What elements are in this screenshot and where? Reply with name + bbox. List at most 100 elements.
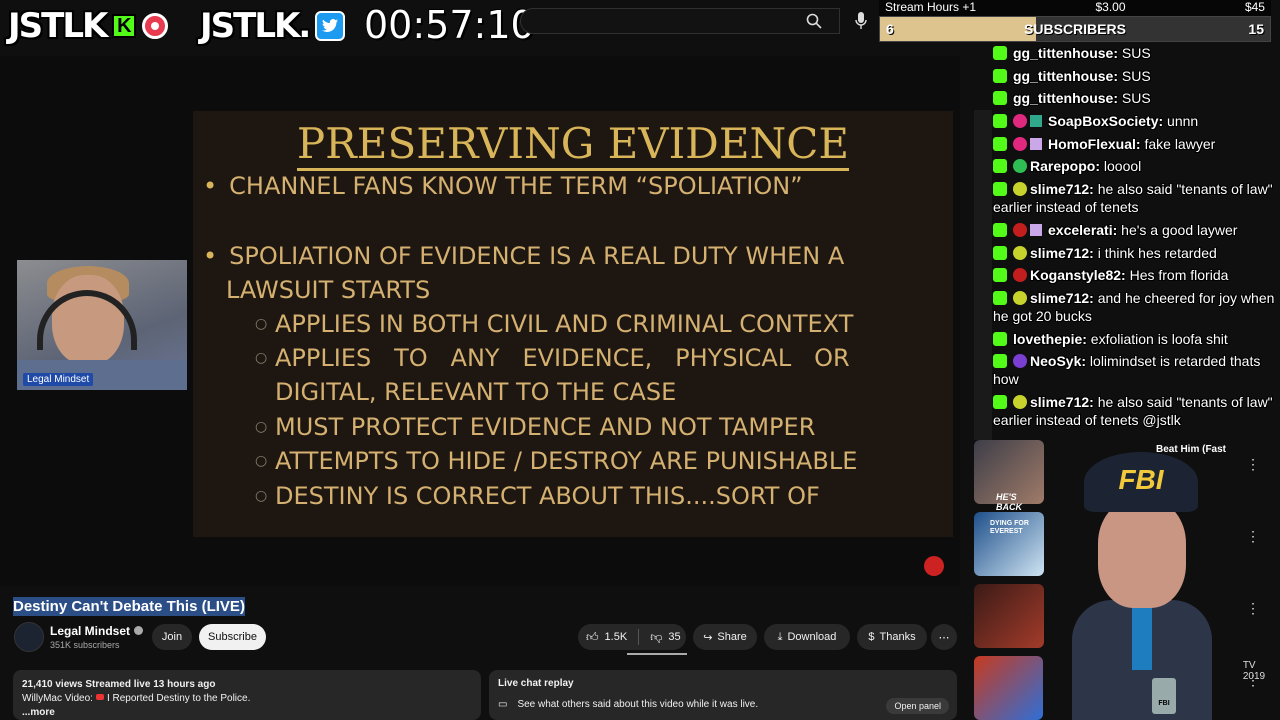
video-thumbnail[interactable]: HE'S BACK [974, 440, 1044, 512]
chat-message: gg_tittenhouse: SUS [993, 44, 1275, 62]
chat-text: looool [1100, 158, 1142, 175]
chat-username: slime712: [1030, 181, 1094, 198]
slide-bullet-cont: LAWSUIT STARTS [226, 276, 431, 304]
slide-bullet: • SPOLIATION OF EVIDENCE IS A REAL DUTY W… [203, 242, 845, 270]
chat-username: HomoFlexual: [1048, 135, 1141, 152]
chat-message: lovethepie: exfoliation is loofa shit [993, 330, 1275, 348]
download-button[interactable]: ⤓ Download [764, 624, 850, 650]
sub-current: 6 [886, 21, 894, 37]
user-badge-icon [1013, 354, 1027, 369]
subscribe-button[interactable]: Subscribe [199, 624, 266, 650]
chat-username: gg_tittenhouse: [1013, 90, 1118, 107]
video-player[interactable]: PRESERVING EVIDENCE • CHANNEL FANS KNOW T… [0, 56, 960, 586]
live-chat-replay-box: Live chat replay ▭ See what others said … [489, 670, 957, 720]
user-badge-icon [1030, 223, 1042, 236]
kick-badge-icon [993, 159, 1007, 174]
slide-sub-bullet: ○ APPLIES TO ANY EVIDENCE, PHYSICAL OR [255, 344, 850, 372]
webcam-feed: Legal Mindset [17, 260, 187, 390]
search-input[interactable] [520, 8, 840, 34]
slide-sub-bullet: ○ MUST PROTECT EVIDENCE AND NOT TAMPER [255, 413, 816, 441]
kick-badge-icon [993, 354, 1007, 369]
kick-badge-icon [993, 46, 1007, 60]
twitter-name: JSTLK. [200, 6, 311, 46]
chat-message: Koganstyle82: Hes from florida [993, 266, 1275, 284]
more-options-icon[interactable]: ⋮ [1246, 600, 1260, 617]
ticker-mid: $3.00 [1095, 0, 1126, 14]
fbi-cap-text: FBI [1118, 464, 1164, 495]
twitter-icon [315, 11, 346, 41]
user-badge-icon [1030, 137, 1042, 150]
kick-badge-icon [993, 268, 1007, 283]
video-thumbnail[interactable] [974, 584, 1044, 648]
thanks-icon: $ [868, 631, 875, 643]
thanks-button[interactable]: $ Thanks [857, 624, 927, 650]
user-badge-icon [1013, 222, 1027, 237]
more-options-icon[interactable]: ⋮ [1246, 456, 1260, 473]
chat-text: SUS [1118, 90, 1151, 107]
chat-username: slime712: [1030, 289, 1094, 306]
kick-icon: K [112, 14, 137, 38]
stream-timer: 00:57:10 [364, 3, 535, 47]
chat-message: NeoSyk: lolimindset is retarded thats ho… [993, 352, 1275, 388]
description-line: WillyMac Video: I Reported Destiny to the… [22, 693, 251, 704]
ticker-right: $45 [1244, 0, 1265, 14]
dislike-button[interactable]: 👎︎ 35 [650, 630, 680, 645]
channel-avatar[interactable] [14, 622, 44, 652]
chat-replay-title: Live chat replay [498, 678, 574, 689]
slide-sub-bullet: ○ APPLIES IN BOTH CIVIL AND CRIMINAL CONT… [255, 310, 854, 338]
kick-badge-icon [993, 136, 1007, 151]
more-horizontal-icon: ⋯ [938, 631, 950, 644]
show-more-link[interactable]: ...more [22, 706, 472, 720]
open-panel-button[interactable]: Open panel [886, 698, 949, 714]
kick-name: JSTLK [8, 6, 108, 46]
fbi-cartoon-sticker: FBI FBI [1062, 440, 1222, 720]
thumbs-up-icon: 👍︎ [586, 629, 599, 644]
like-button[interactable]: 👍︎ 1.5K [586, 630, 627, 645]
chat-replay-desc: See what others said about this video wh… [517, 699, 759, 710]
chat-text: i think hes retarded [1093, 244, 1217, 261]
channel-name[interactable]: Legal Mindset [50, 624, 144, 638]
verified-icon [134, 626, 144, 635]
kick-badge-icon [993, 222, 1007, 237]
fbi-badge: FBI [1152, 678, 1176, 714]
chat-message: gg_tittenhouse: SUS [993, 89, 1275, 107]
user-badge-icon [1013, 159, 1027, 174]
download-icon: ⤓ [777, 630, 783, 643]
kick-badge-icon [993, 182, 1007, 197]
microphone-icon[interactable] [850, 8, 872, 34]
chat-message: Rarepopo: looool [993, 157, 1275, 175]
description-link[interactable]: I Reported Destiny to the Police. [107, 693, 250, 704]
kick-badge-icon [993, 331, 1007, 346]
chat-message: slime712: i think hes retarded [993, 244, 1275, 262]
presentation-slide: PRESERVING EVIDENCE • CHANNEL FANS KNOW T… [193, 111, 953, 537]
more-options-icon[interactable]: ⋮ [1246, 528, 1260, 545]
kick-badge-icon [993, 114, 1007, 129]
user-badge-icon [1030, 115, 1042, 128]
chat-text: exfoliation is loofa shit [1086, 330, 1228, 347]
user-badge-icon [1013, 182, 1027, 197]
like-count: 1.5K [604, 631, 628, 643]
user-badge-icon [1013, 136, 1027, 151]
thumbnail-caption: DYING FOR EVEREST [990, 520, 1029, 535]
sub-goal-title: SUBSCRIBERS [1024, 21, 1126, 37]
chat-text: SUS [1118, 67, 1151, 84]
share-icon: ↪ [703, 631, 713, 644]
join-button[interactable]: Join [152, 624, 192, 650]
search-icon[interactable] [795, 8, 833, 34]
share-button[interactable]: ↪ Share [693, 624, 757, 650]
chat-text: he's a good laywer [1117, 221, 1238, 238]
video-thumbnail[interactable]: DYING FOR EVEREST [974, 512, 1044, 576]
chat-username: lovethepie: [1013, 330, 1087, 347]
slide-sub-bullet-cont: DIGITAL, RELEVANT TO THE CASE [275, 378, 677, 406]
chat-username: slime712: [1030, 393, 1094, 410]
slide-title: PRESERVING EVIDENCE [193, 119, 953, 171]
slide-sub-bullet: ○ ATTEMPTS TO HIDE / DESTROY ARE PUNISHAB… [255, 447, 858, 475]
kick-badge-icon [993, 245, 1007, 260]
video-thumbnail[interactable] [974, 656, 1043, 720]
view-count: 21,410 views Streamed live 13 hours ago [22, 679, 216, 690]
subscribe-watermark-icon[interactable] [924, 556, 944, 576]
donation-ticker: Stream Hours +1 $3.00 $45 [879, 0, 1271, 16]
description-box[interactable]: 21,410 views Streamed live 13 hours ago … [13, 670, 481, 720]
more-actions-button[interactable]: ⋯ [931, 624, 957, 650]
more-options-icon[interactable]: ⋮ [1246, 672, 1260, 689]
